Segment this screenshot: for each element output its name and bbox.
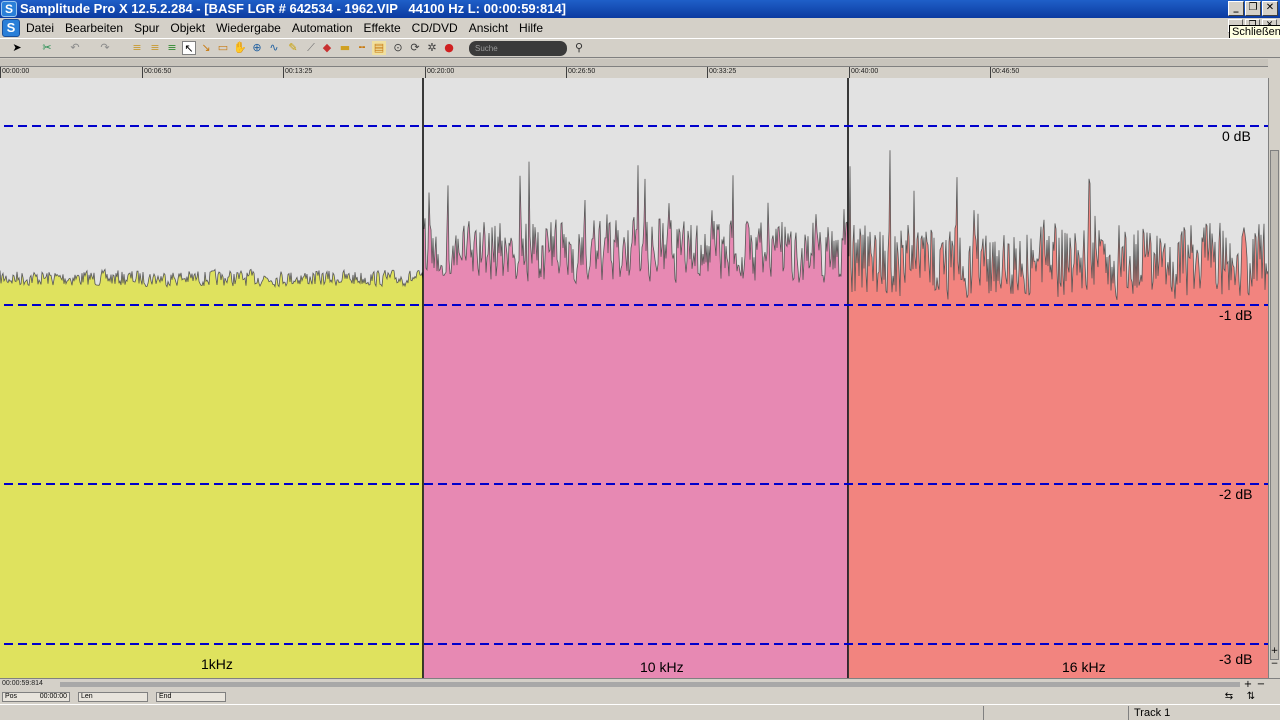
menu-automation[interactable]: Automation xyxy=(292,21,353,35)
menu-cd-dvd[interactable]: CD/DVD xyxy=(412,21,458,35)
minimize-button[interactable]: _ xyxy=(1228,1,1244,16)
loop-icon[interactable]: ⟳ xyxy=(408,41,422,55)
menu-spur[interactable]: Spur xyxy=(134,21,159,35)
end-field[interactable]: End xyxy=(156,692,226,702)
pointer-icon[interactable]: ➤ xyxy=(10,41,24,55)
menu-wiedergabe[interactable]: Wiedergabe xyxy=(216,21,281,35)
status-divider xyxy=(1128,706,1129,720)
ruler-tick: 00:13:25 xyxy=(283,67,312,78)
zoom-out-horizontal-button[interactable]: − xyxy=(1255,679,1267,690)
effect-icon[interactable]: ▤ xyxy=(372,41,386,55)
horizontal-swap-icon[interactable]: ⇆ xyxy=(1222,691,1236,703)
undo-icon[interactable]: ↶ xyxy=(68,41,82,55)
ruler-tick: 00:20:00 xyxy=(425,67,454,78)
list-icon[interactable]: ≡ xyxy=(130,41,144,55)
list-icon[interactable]: ≡ xyxy=(165,41,179,55)
close-button[interactable]: ✕ xyxy=(1262,1,1278,16)
pos-field[interactable]: Pos 00:00:00 xyxy=(2,692,70,702)
zoom-in-vertical-button[interactable]: + xyxy=(1269,646,1280,657)
hand-icon[interactable]: ✋ xyxy=(233,41,247,55)
ruler-tick: 00:06:50 xyxy=(142,67,171,78)
menu-datei[interactable]: Datei xyxy=(26,21,54,35)
zoom-search-icon[interactable]: ⊙ xyxy=(391,41,405,55)
scroll-thumb[interactable] xyxy=(1270,150,1279,660)
menu-objekt[interactable]: Objekt xyxy=(170,21,205,35)
position-readout: 00:00:59:814 xyxy=(2,680,43,687)
split-icon[interactable]: ╍ xyxy=(355,41,369,55)
zoom-out-vertical-button[interactable]: − xyxy=(1269,659,1280,670)
ruler-tick: 00:26:50 xyxy=(566,67,595,78)
track-header-strip xyxy=(0,59,1268,66)
ruler-tick: 00:00:00 xyxy=(0,67,29,78)
clip-label-10khz: 10 kHz xyxy=(640,659,684,675)
zoom-in-horizontal-button[interactable]: + xyxy=(1242,679,1254,690)
menu-bar: S Datei Bearbeiten Spur Objekt Wiedergab… xyxy=(0,18,1280,40)
pos-value: 00:00:00 xyxy=(39,693,67,700)
vertical-swap-icon[interactable]: ⇅ xyxy=(1244,691,1258,703)
redo-icon[interactable]: ↷ xyxy=(98,41,112,55)
pencil-icon[interactable]: ✎ xyxy=(286,41,300,55)
restore-button[interactable]: ❐ xyxy=(1245,1,1261,16)
scroll-track[interactable] xyxy=(60,682,1240,687)
ruler-tick: 00:46:50 xyxy=(990,67,1019,78)
clip-label-1khz: 1kHz xyxy=(201,656,233,672)
menu-hilfe[interactable]: Hilfe xyxy=(519,21,543,35)
db-label-minus3: -3 dB xyxy=(1219,651,1253,667)
search-icon[interactable]: ⚲ xyxy=(572,41,586,55)
scrub-icon[interactable]: ⟋ xyxy=(304,41,318,55)
ruler-tick: 00:40:00 xyxy=(849,67,878,78)
title-bar: S Samplitude Pro X 12.5.2.284 - [BASF LG… xyxy=(0,0,1280,18)
db-label-minus1: -1 dB xyxy=(1219,307,1253,323)
status-divider xyxy=(983,706,984,720)
clip-fill xyxy=(849,150,1268,678)
search-input[interactable]: Suche xyxy=(469,41,567,56)
menu-list: Datei Bearbeiten Spur Objekt Wiedergabe … xyxy=(26,21,543,35)
menu-bearbeiten[interactable]: Bearbeiten xyxy=(65,21,123,35)
ruler-tick: 00:33:25 xyxy=(707,67,736,78)
window-title: Samplitude Pro X 12.5.2.284 - [BASF LGR … xyxy=(20,1,567,16)
end-label: End xyxy=(159,693,172,700)
toolbar: ➤ ✂ ↶ ↷ ≡ ≡ ≡ ↖ ↘ ▭ ✋ ⊕ ∿ ✎ ⟋ ◆ ▬ ╍ ▤ ⊙ … xyxy=(0,38,1280,58)
zoom-icon[interactable]: ⊕ xyxy=(250,41,264,55)
len-label: Len xyxy=(81,693,93,700)
position-bar: Pos 00:00:00 Len End ⇆ ⇅ xyxy=(0,690,1280,704)
pos-label: Pos xyxy=(5,693,18,700)
marker-icon[interactable]: ◆ xyxy=(320,41,334,55)
waveform-canvas[interactable] xyxy=(0,78,1268,678)
range-icon[interactable]: ↘ xyxy=(199,41,213,55)
clip-fill xyxy=(0,269,423,678)
waveform-view[interactable]: 0 dB -1 dB -2 dB -3 dB 1kHz 10 kHz 16 kH… xyxy=(0,78,1268,678)
curve-icon[interactable]: ∿ xyxy=(267,41,281,55)
db-label-0: 0 dB xyxy=(1222,128,1251,144)
cut-icon[interactable]: ✂ xyxy=(40,41,54,55)
document-icon[interactable]: S xyxy=(2,19,20,37)
menu-effekte[interactable]: Effekte xyxy=(364,21,401,35)
len-field[interactable]: Len xyxy=(78,692,148,702)
record-icon[interactable]: ● xyxy=(442,41,456,55)
app-logo-icon[interactable]: S xyxy=(1,1,17,17)
object-icon[interactable]: ▭ xyxy=(216,41,230,55)
clip-label-16khz: 16 kHz xyxy=(1062,659,1106,675)
db-label-minus2: -2 dB xyxy=(1219,486,1253,502)
status-bar: Track 1 xyxy=(0,704,1280,720)
settings-icon[interactable]: ✲ xyxy=(425,41,439,55)
track-name: Track 1 xyxy=(1134,707,1171,719)
vertical-scrollbar[interactable]: + − xyxy=(1268,78,1280,678)
select-icon[interactable]: ↖ xyxy=(182,41,196,55)
horizontal-scrollbar[interactable]: 00:00:59:814 + − xyxy=(0,678,1280,690)
timeline-ruler[interactable]: 00:00:00 00:06:50 00:13:25 00:20:00 00:2… xyxy=(0,66,1268,78)
list-icon[interactable]: ≡ xyxy=(148,41,162,55)
app-window: S Samplitude Pro X 12.5.2.284 - [BASF LG… xyxy=(0,0,1280,720)
volume-icon[interactable]: ▬ xyxy=(338,41,352,55)
menu-ansicht[interactable]: Ansicht xyxy=(469,21,508,35)
